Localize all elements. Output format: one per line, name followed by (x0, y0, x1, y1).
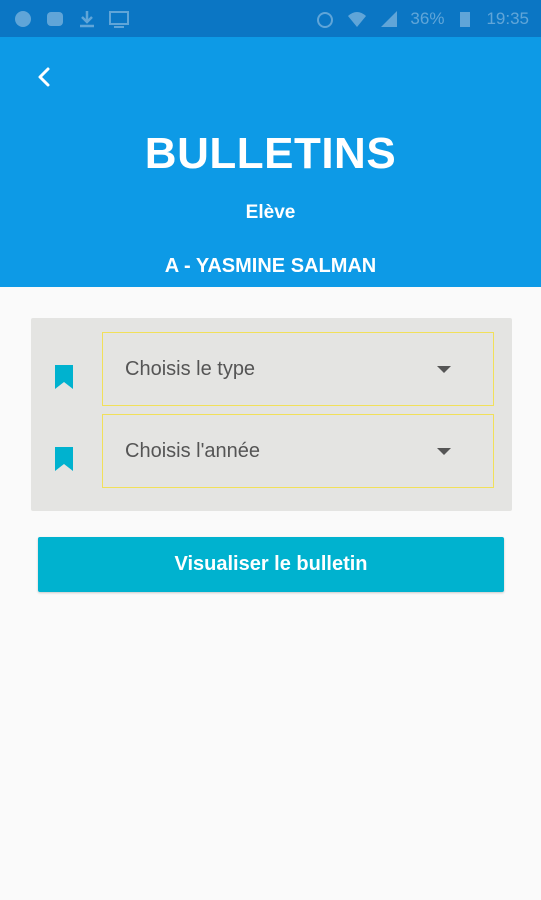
battery-percent: 36% (410, 8, 445, 28)
back-arrow-icon (36, 66, 52, 93)
alarm-icon (314, 10, 336, 28)
dropdown-caret-icon (437, 447, 451, 455)
status-bar: 36% 19:35 (0, 0, 541, 37)
filter-panel: Choisis le type Choisis l'année (31, 318, 512, 511)
back-button[interactable] (26, 59, 62, 99)
year-row: Choisis l'année (31, 414, 512, 488)
view-bulletin-button[interactable]: Visualiser le bulletin (38, 537, 504, 592)
year-select-label: Choisis l'année (125, 439, 261, 462)
page-subtitle: Elève (245, 202, 296, 223)
type-row: Choisis le type (31, 332, 512, 406)
notification-icon (12, 10, 34, 28)
clock: 19:35 (486, 8, 529, 28)
page-title: BULLETINS (144, 129, 397, 178)
dropdown-caret-icon (437, 365, 451, 373)
student-name: A - YASMINE SALMAN (164, 255, 377, 277)
screen-icon (108, 10, 130, 28)
app-notification-icon (44, 10, 66, 28)
bookmark-icon (53, 446, 75, 472)
battery-icon (454, 10, 476, 28)
download-icon (76, 10, 98, 28)
type-select[interactable]: Choisis le type (102, 332, 494, 406)
bookmark-icon (53, 364, 75, 390)
signal-icon (378, 10, 400, 28)
page-header: BULLETINS Elève A - YASMINE SALMAN (0, 37, 541, 287)
wifi-icon (346, 10, 368, 28)
year-select[interactable]: Choisis l'année (102, 414, 494, 488)
type-select-label: Choisis le type (125, 357, 256, 380)
